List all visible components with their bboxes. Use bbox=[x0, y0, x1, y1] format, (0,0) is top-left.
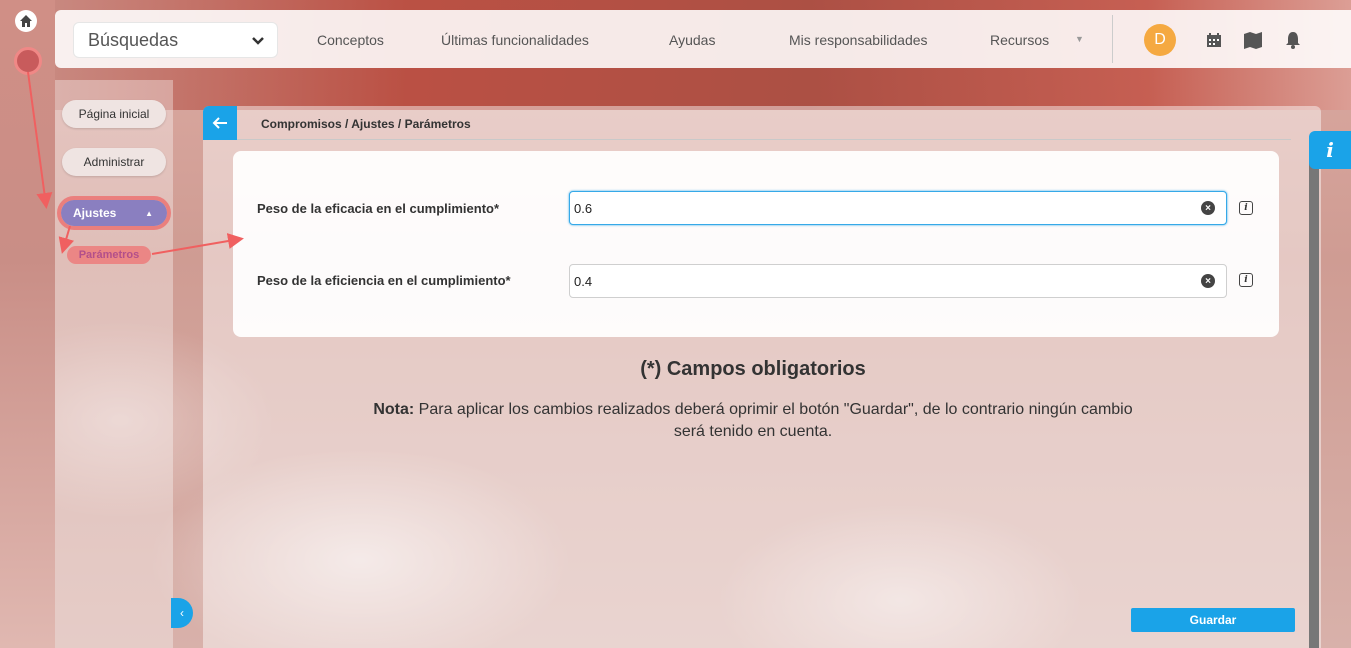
chevron-down-icon bbox=[251, 30, 265, 51]
collapse-sidebar-button[interactable]: ‹ bbox=[171, 598, 193, 628]
sidebar-item-ajustes[interactable]: Ajustes ▲ bbox=[57, 196, 171, 230]
avatar[interactable]: D bbox=[1144, 24, 1176, 56]
nav-ayudas[interactable]: Ayudas bbox=[669, 32, 715, 48]
sidebar-item-parametros[interactable]: Parámetros bbox=[67, 246, 151, 264]
required-fields-note: (*) Campos obligatorios bbox=[640, 358, 866, 380]
back-arrow-button[interactable] bbox=[203, 106, 237, 140]
eficiencia-input[interactable] bbox=[569, 264, 1227, 298]
info-tab-icon[interactable]: i bbox=[1309, 131, 1351, 169]
eficiencia-label: Peso de la eficiencia en el cumplimiento… bbox=[257, 273, 511, 288]
top-bar: Búsquedas Conceptos Últimas funcionalida… bbox=[55, 10, 1351, 68]
nav-mis-responsabilidades[interactable]: Mis responsabilidades bbox=[789, 32, 928, 48]
map-icon[interactable] bbox=[1242, 30, 1262, 50]
clear-eficacia-icon[interactable]: × bbox=[1201, 201, 1215, 215]
topbar-divider bbox=[1112, 15, 1113, 63]
search-dropdown[interactable]: Búsquedas bbox=[73, 22, 278, 58]
clear-eficiencia-icon[interactable]: × bbox=[1201, 274, 1215, 288]
save-note: Nota: Para aplicar los cambios realizado… bbox=[373, 401, 1133, 440]
nav-ultimas-funcionalidades[interactable]: Últimas funcionalidades bbox=[441, 32, 589, 48]
nav-recursos[interactable]: Recursos bbox=[990, 32, 1049, 48]
sidebar-item-admin[interactable]: Administrar bbox=[62, 148, 166, 176]
nav-conceptos[interactable]: Conceptos bbox=[317, 32, 384, 48]
breadcrumb: Compromisos / Ajustes / Parámetros bbox=[261, 117, 471, 131]
info-eficacia-icon[interactable]: i bbox=[1239, 201, 1253, 215]
form-card: Peso de la eficacia en el cumplimiento* … bbox=[233, 151, 1279, 337]
main-panel: Compromisos / Ajustes / Parámetros Peso … bbox=[203, 106, 1321, 648]
sidebar: Página inicial Administrar Ajustes ▲ Par… bbox=[55, 80, 173, 648]
info-eficiencia-icon[interactable]: i bbox=[1239, 273, 1253, 287]
left-rail-background bbox=[0, 0, 55, 648]
eficacia-label: Peso de la eficacia en el cumplimiento* bbox=[257, 201, 500, 216]
calendar-icon[interactable] bbox=[1204, 30, 1224, 50]
sidebar-item-home[interactable]: Página inicial bbox=[62, 100, 166, 128]
eficacia-input[interactable] bbox=[569, 191, 1227, 225]
recursos-caret-icon[interactable]: ▼ bbox=[1075, 34, 1084, 44]
chevron-up-icon: ▲ bbox=[145, 208, 153, 218]
scrollbar[interactable] bbox=[1309, 140, 1319, 648]
save-button[interactable]: Guardar bbox=[1131, 608, 1295, 632]
bell-icon[interactable] bbox=[1285, 30, 1305, 50]
breadcrumb-bar: Compromisos / Ajustes / Parámetros bbox=[203, 106, 1291, 140]
settings-gear-icon[interactable] bbox=[14, 47, 42, 75]
home-icon[interactable] bbox=[15, 10, 37, 32]
